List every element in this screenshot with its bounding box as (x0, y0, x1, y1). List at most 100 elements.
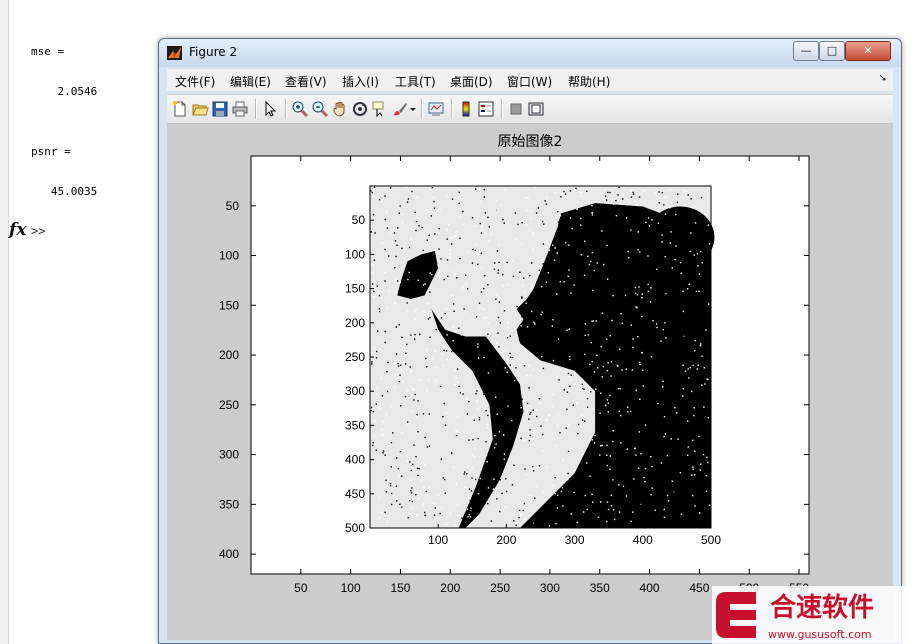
noise-pixel (685, 395, 687, 397)
noise-pixel (666, 288, 668, 291)
noise-pixel (392, 432, 394, 434)
menu-tools[interactable]: 工具(T) (395, 73, 436, 90)
noise-pixel (443, 278, 445, 281)
noise-pixel (523, 365, 526, 367)
brush-dropdown-icon[interactable] (409, 100, 417, 118)
noise-pixel (625, 495, 628, 497)
noise-pixel (643, 476, 645, 479)
pan-icon[interactable] (331, 100, 349, 118)
noise-pixel (695, 220, 698, 222)
print-icon[interactable] (231, 100, 249, 118)
noise-pixel (422, 284, 425, 286)
noise-pixel (414, 333, 416, 336)
noise-pixel (468, 514, 471, 516)
noise-pixel (395, 255, 397, 258)
noise-pixel (639, 363, 641, 365)
noise-pixel (420, 479, 422, 481)
data-cursor-icon[interactable] (371, 100, 389, 118)
zoom-in-icon[interactable] (291, 100, 309, 118)
hide-plot-tools-icon[interactable] (507, 100, 525, 118)
noise-pixel (564, 193, 567, 195)
noise-pixel (506, 261, 508, 264)
menu-edit[interactable]: 编辑(E) (230, 73, 271, 90)
noise-pixel (480, 291, 483, 293)
noise-pixel (628, 388, 630, 390)
noise-pixel (531, 284, 534, 286)
noise-pixel (668, 311, 670, 313)
figure-plot: 5010015020025030035040045050055050100150… (219, 134, 810, 595)
noise-pixel (637, 336, 639, 338)
noise-pixel (635, 518, 637, 520)
save-icon[interactable] (211, 100, 229, 118)
menu-file[interactable]: 文件(F) (175, 73, 215, 90)
menu-desktop[interactable]: 桌面(D) (450, 73, 493, 90)
rotate-3d-icon[interactable] (351, 100, 369, 118)
noise-pixel (447, 275, 449, 277)
noise-pixel (453, 197, 456, 199)
noise-pixel (418, 468, 420, 470)
maximize-button[interactable]: □ (819, 41, 845, 61)
noise-pixel (591, 439, 594, 441)
noise-pixel (523, 277, 525, 279)
noise-pixel (625, 393, 627, 396)
noise-pixel (693, 407, 695, 409)
noise-pixel (394, 240, 397, 242)
noise-pixel (555, 321, 557, 323)
new-figure-icon[interactable] (171, 100, 189, 118)
menu-dock-arrow-icon[interactable]: ➘ (879, 73, 887, 84)
noise-pixel (381, 242, 384, 244)
noise-pixel (629, 472, 631, 474)
noise-pixel (622, 198, 624, 200)
noise-pixel (497, 272, 499, 274)
fx-function-browser-icon[interactable]: fx (9, 220, 26, 240)
noise-pixel (617, 194, 619, 196)
noise-pixel (557, 211, 559, 213)
menu-window[interactable]: 窗口(W) (507, 73, 552, 90)
noise-pixel (406, 302, 408, 304)
noise-pixel (626, 448, 628, 450)
noise-pixel (409, 385, 412, 387)
minimize-button[interactable]: — (793, 41, 819, 61)
noise-pixel (650, 353, 652, 355)
menu-insert[interactable]: 插入(I) (342, 73, 379, 90)
noise-pixel (659, 354, 661, 356)
menu-view[interactable]: 查看(V) (285, 73, 327, 90)
noise-pixel (542, 521, 544, 523)
noise-pixel (661, 241, 663, 243)
noise-pixel (499, 322, 501, 324)
brush-icon[interactable] (391, 100, 409, 118)
noise-pixel (599, 454, 601, 456)
show-plot-tools-icon[interactable] (527, 100, 545, 118)
noise-pixel (609, 394, 611, 397)
figure-titlebar[interactable]: Figure 2 — □ ✕ (159, 39, 901, 67)
noise-pixel (372, 410, 375, 413)
noise-pixel (607, 377, 609, 380)
insert-legend-icon[interactable] (477, 100, 495, 118)
insert-colorbar-icon[interactable] (457, 100, 475, 118)
noise-pixel (404, 242, 406, 244)
noise-pixel (397, 365, 400, 367)
noise-pixel (570, 374, 572, 376)
noise-pixel (644, 481, 646, 483)
link-plot-icon[interactable] (427, 100, 445, 118)
command-prompt[interactable]: >> (31, 224, 45, 238)
noise-pixel (596, 262, 598, 264)
noise-pixel (687, 194, 689, 196)
close-button[interactable]: ✕ (845, 41, 891, 61)
menu-help[interactable]: 帮助(H) (568, 73, 610, 90)
noise-pixel (708, 243, 711, 245)
pointer-icon[interactable] (261, 100, 279, 118)
noise-pixel (647, 217, 650, 219)
noise-pixel (644, 467, 647, 470)
noise-pixel (680, 212, 682, 214)
noise-pixel (701, 262, 703, 264)
open-file-icon[interactable] (191, 100, 209, 118)
zoom-out-icon[interactable] (311, 100, 329, 118)
noise-pixel (479, 342, 481, 345)
noise-pixel (549, 272, 552, 274)
noise-pixel (586, 508, 588, 511)
noise-pixel (521, 398, 523, 400)
noise-pixel (641, 352, 643, 354)
noise-pixel (431, 273, 433, 276)
noise-pixel (444, 424, 447, 426)
